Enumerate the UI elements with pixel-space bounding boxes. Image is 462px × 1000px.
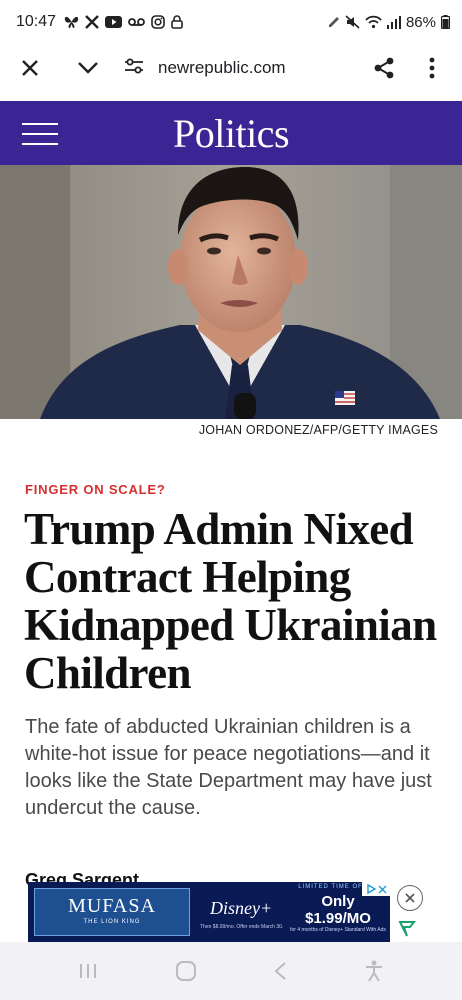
notification-icons — [64, 15, 183, 29]
back-button[interactable] — [273, 961, 287, 981]
collapse-button[interactable] — [70, 50, 106, 86]
photo-credit: JOHAN ORDONEZ/AFP/GETTY IMAGES — [198, 423, 438, 437]
back-icon — [274, 962, 286, 980]
home-button[interactable] — [175, 960, 197, 982]
site-settings-icon[interactable] — [124, 57, 144, 80]
close-tab-button[interactable] — [12, 50, 48, 86]
article-headline: Trump Admin Nixed Contract Helping Kidna… — [24, 504, 437, 698]
x-icon — [85, 15, 99, 29]
browser-toolbar: newrepublic.com — [0, 44, 462, 92]
share-icon — [374, 57, 394, 79]
recent-apps-button[interactable] — [78, 962, 98, 980]
url-text[interactable]: newrepublic.com — [158, 58, 286, 78]
ad-x-icon[interactable] — [378, 885, 387, 894]
accessibility-icon — [365, 960, 382, 982]
system-status-icons: 86% — [328, 14, 450, 31]
signal-icon — [386, 15, 401, 29]
mute-icon — [345, 15, 360, 29]
share-button[interactable] — [366, 50, 402, 86]
status-bar: 10:47 86% — [0, 0, 462, 44]
system-nav-bar — [0, 942, 462, 1000]
ad-fine-print: Then $8.99/mo. Offer ends March 30. — [200, 924, 284, 930]
battery-level: 86% — [405, 13, 436, 31]
ad-choices-icon[interactable] — [362, 882, 390, 896]
article-kicker: FINGER ON SCALE? — [25, 482, 166, 497]
wifi-icon — [365, 15, 382, 29]
hero-image — [0, 165, 462, 419]
ad-banner[interactable]: MUFASA THE LION KING Disney+ LIMITED TIM… — [28, 882, 390, 942]
ad-price: Only $1.99/MO — [305, 893, 371, 927]
article-dek: The fate of abducted Ukrainian children … — [25, 716, 432, 819]
ad-brand: Disney+ — [210, 898, 273, 918]
accessibility-button[interactable] — [364, 960, 384, 982]
chevron-down-icon — [78, 62, 98, 74]
more-vert-icon — [429, 57, 435, 79]
status-time: 10:47 — [16, 13, 57, 30]
butterfly-icon — [64, 15, 79, 29]
lock-icon — [171, 15, 183, 29]
ad-feedback-icon[interactable] — [398, 920, 417, 943]
menu-button[interactable] — [414, 50, 450, 86]
ad-movie-logo: MUFASA THE LION KING — [34, 888, 190, 936]
close-icon — [405, 893, 415, 903]
ad-movie-title: MUFASA — [68, 895, 156, 917]
hamburger-menu-icon[interactable] — [22, 123, 58, 145]
pen-icon — [328, 16, 340, 28]
youtube-icon — [105, 16, 123, 28]
close-icon — [22, 60, 38, 76]
instagram-icon — [151, 15, 165, 29]
recents-icon — [80, 964, 97, 978]
ad-movie-subtitle: THE LION KING — [83, 919, 141, 925]
section-title[interactable]: Politics — [0, 110, 462, 157]
home-icon — [175, 961, 196, 981]
voicemail-icon — [128, 17, 145, 27]
battery-icon — [441, 15, 450, 29]
ad-close-button[interactable] — [397, 885, 423, 911]
address-bar[interactable]: newrepublic.com — [124, 57, 286, 80]
section-header: Politics — [0, 101, 462, 165]
